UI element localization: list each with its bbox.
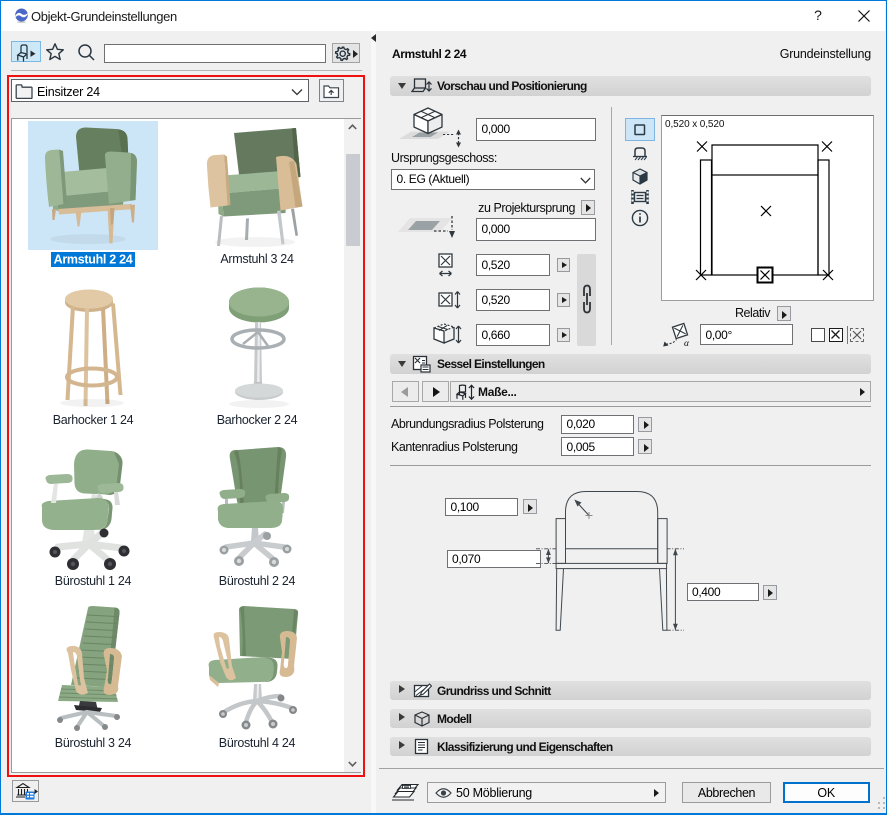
svg-text:α: α <box>684 339 690 347</box>
